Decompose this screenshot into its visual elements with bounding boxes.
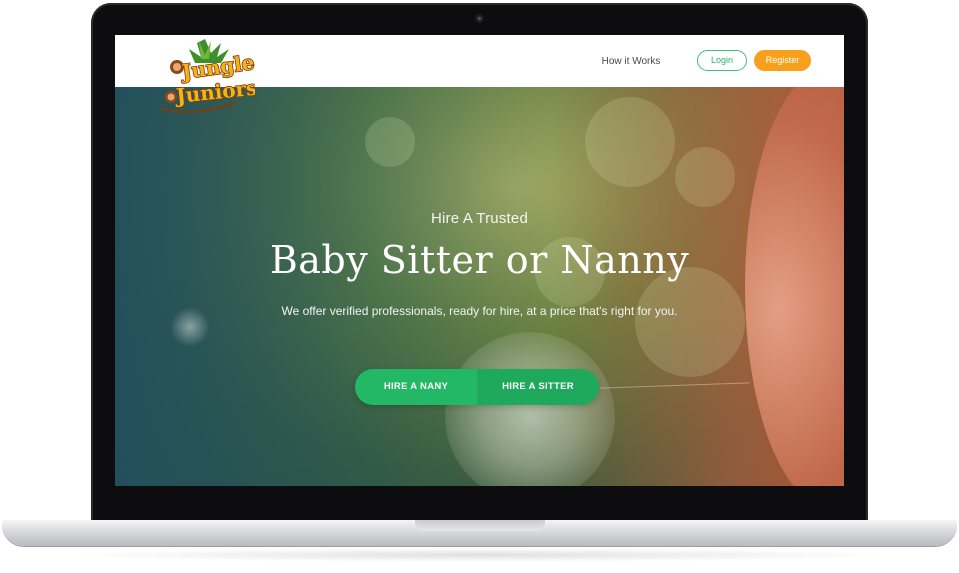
bokeh-decoration	[675, 147, 735, 207]
browser-viewport: Hire A Trusted Baby Sitter or Nanny We o…	[115, 35, 844, 486]
camera-icon	[475, 14, 484, 23]
laptop-notch	[415, 520, 545, 531]
hero-title: Baby Sitter or Nanny	[269, 238, 690, 282]
child-face-image	[745, 87, 844, 486]
bokeh-decoration	[585, 97, 675, 187]
register-button[interactable]: Register	[754, 50, 811, 71]
logo-icon[interactable]: Jungle Juniors	[155, 37, 255, 119]
dandelion-image	[445, 332, 615, 486]
how-it-works-link[interactable]: How it Works	[593, 53, 669, 70]
hero-eyebrow: Hire A Trusted	[430, 210, 528, 227]
hire-cta-group: HIRE A NANY HIRE A SITTER	[355, 369, 599, 405]
hero-subtitle: We offer verified professionals, ready f…	[281, 304, 678, 318]
login-button[interactable]: Login	[697, 50, 747, 71]
dandelion-stem	[600, 382, 750, 389]
laptop-shadow	[60, 548, 899, 562]
hire-nanny-button[interactable]: HIRE A NANY	[355, 369, 477, 405]
bokeh-decoration	[635, 267, 745, 377]
bokeh-decoration	[365, 117, 415, 167]
hire-sitter-button[interactable]: HIRE A SITTER	[477, 369, 599, 405]
hero-section: Hire A Trusted Baby Sitter or Nanny We o…	[115, 87, 844, 486]
